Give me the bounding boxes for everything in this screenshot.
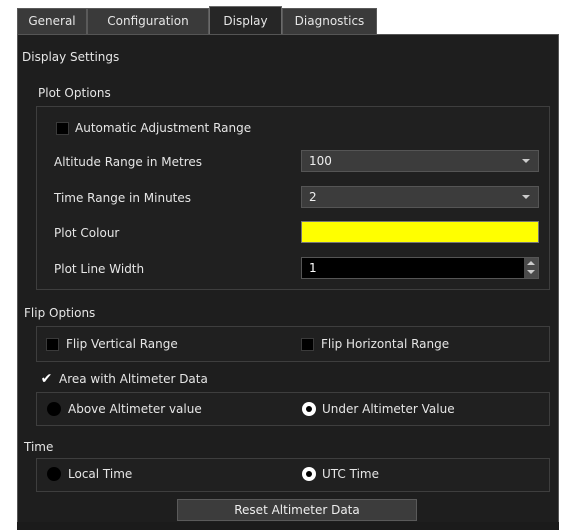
time-title: Time: [24, 440, 54, 454]
line-width-value: 1: [309, 261, 317, 275]
tab-display[interactable]: Display: [209, 6, 282, 34]
plot-colour-label: Plot Colour: [54, 226, 120, 240]
area-altimeter-checkbox[interactable]: ✔: [40, 372, 53, 386]
flip-options-title: Flip Options: [24, 306, 96, 320]
chevron-down-icon: [522, 195, 530, 199]
panel-title: Display Settings: [22, 50, 120, 64]
under-altimeter-radio[interactable]: [302, 402, 316, 416]
flip-horizontal-checkbox[interactable]: [301, 338, 314, 351]
time-range-label: Time Range in Minutes: [54, 191, 192, 205]
flip-vertical-checkbox[interactable]: [46, 338, 59, 351]
area-altimeter-label: Area with Altimeter Data: [59, 372, 208, 386]
chevron-down-icon: [522, 159, 530, 163]
under-altimeter-label: Under Altimeter Value: [322, 402, 455, 416]
auto-adjust-checkbox[interactable]: [56, 122, 69, 135]
local-time-label: Local Time: [68, 467, 133, 481]
spin-buttons[interactable]: [524, 258, 538, 278]
above-altimeter-label: Above Altimeter value: [68, 402, 202, 416]
tab-diagnostics[interactable]: Diagnostics: [282, 8, 377, 34]
utc-time-radio[interactable]: [302, 467, 316, 481]
altitude-range-select[interactable]: 100: [301, 150, 539, 172]
utc-time-label: UTC Time: [322, 467, 379, 481]
plot-options-title: Plot Options: [38, 86, 111, 100]
tab-general[interactable]: General: [17, 8, 87, 34]
tab-configuration[interactable]: Configuration: [87, 8, 209, 34]
time-range-select[interactable]: 2: [301, 186, 539, 208]
flip-horizontal-label: Flip Horizontal Range: [321, 337, 450, 351]
local-time-radio[interactable]: [47, 467, 61, 481]
time-range-value: 2: [309, 190, 317, 204]
altitude-range-label: Altitude Range in Metres: [54, 155, 203, 169]
bottom-strip: [17, 522, 559, 530]
altitude-range-value: 100: [309, 154, 332, 168]
reset-altimeter-button[interactable]: Reset Altimeter Data: [177, 499, 417, 521]
line-width-label: Plot Line Width: [54, 262, 145, 276]
flip-vertical-label: Flip Vertical Range: [66, 337, 178, 351]
spin-down-icon[interactable]: [527, 270, 535, 274]
spin-up-icon[interactable]: [527, 261, 535, 265]
tab-bar: General Configuration Display Diagnostic…: [17, 6, 557, 34]
plot-colour-swatch[interactable]: [301, 221, 539, 243]
above-altimeter-radio[interactable]: [47, 402, 61, 416]
line-width-spinbox[interactable]: 1: [301, 257, 539, 279]
auto-adjust-label: Automatic Adjustment Range: [75, 121, 252, 135]
